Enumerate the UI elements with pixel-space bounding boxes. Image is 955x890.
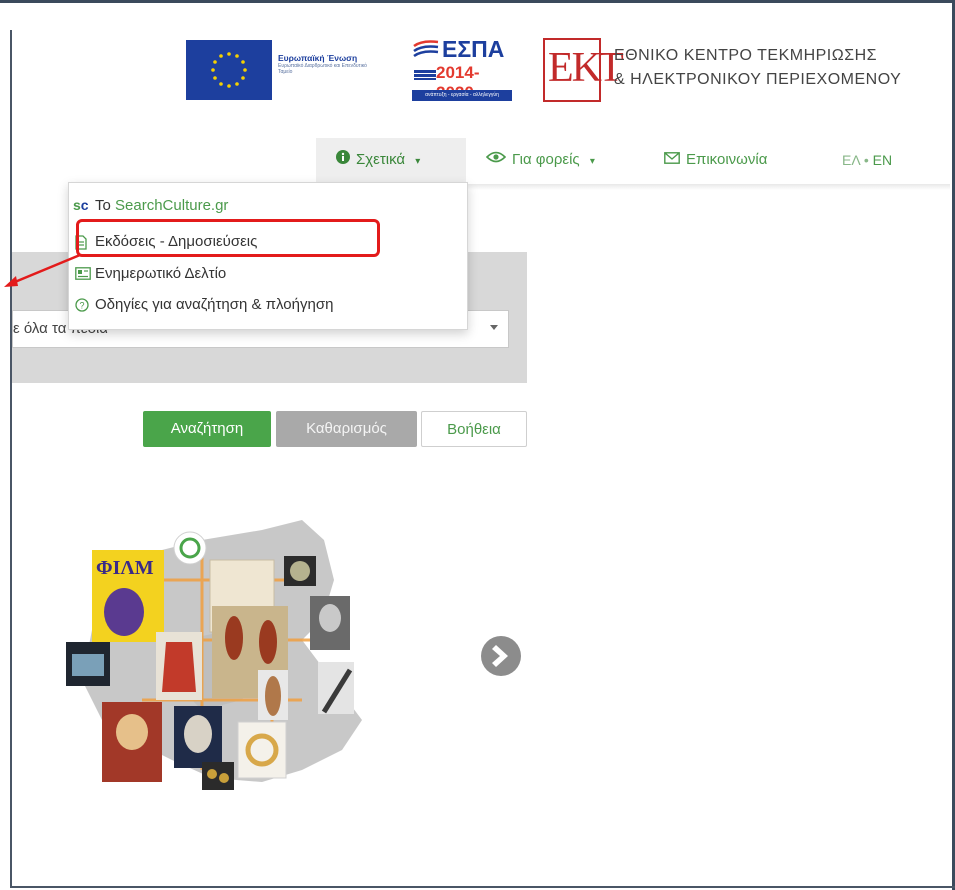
- searchculture-logo-icon: sc: [73, 197, 89, 213]
- dropdown-item-newsletter-label: Ενημερωτικό Δελτίο: [95, 265, 227, 282]
- dropdown-item-searchculture[interactable]: sc Το SearchCulture.gr: [73, 197, 228, 214]
- eu-logo: Ευρωπαϊκή Ένωση Ευρωπαϊκό Διαρθρωτικό κα…: [186, 40, 378, 102]
- eu-flag-icon: [186, 40, 272, 100]
- nav-contact-link[interactable]: Επικοινωνία: [664, 138, 767, 182]
- eu-subtitle: Ευρωπαϊκό Διαρθρωτικό και Επενδυτικό Ταμ…: [278, 63, 367, 75]
- search-button[interactable]: Αναζήτηση: [143, 411, 271, 447]
- clear-button[interactable]: Καθαρισμός: [276, 411, 417, 447]
- nav-partners-menu[interactable]: Για φορείς ▾: [485, 138, 595, 182]
- highlight-box: [76, 219, 380, 257]
- ekt-name: ΕΘΝΙΚΟ ΚΕΝΤΡΟ ΤΕΚΜΗΡΙΩΣΗΣ & ΗΛΕΚΤΡΟΝΙΚΟΥ…: [614, 44, 954, 92]
- espa-title: ΕΣΠΑ: [442, 36, 505, 62]
- espa-strip: ανάπτυξη - εργασία - αλληλεγγύη: [412, 90, 512, 101]
- espa-wave-icon: [413, 40, 439, 58]
- svg-text:ΦΙΛΜ: ΦΙΛΜ: [96, 557, 154, 579]
- nav-about-label: Σχετικά: [356, 151, 406, 168]
- dropdown-item-search-guide-label: Οδηγίες για αναζήτηση & πλοήγηση: [95, 296, 334, 313]
- main-nav: Σχετικά ▾ Για φορείς ▾ Επικοινωνία ΕΛ • …: [0, 138, 950, 184]
- question-circle-icon: ?: [75, 298, 89, 316]
- lang-en-link[interactable]: EN: [873, 152, 892, 168]
- eu-title: Ευρωπαϊκή Ένωση: [278, 53, 358, 63]
- caret-down-icon: ▾: [415, 156, 421, 167]
- searchculture-link[interactable]: SearchCulture.gr: [115, 197, 228, 214]
- dropdown-item-searchculture-prefix: Το: [95, 197, 116, 214]
- lang-el-link[interactable]: ΕΛ: [842, 152, 860, 168]
- dropdown-item-newsletter[interactable]: Ενημερωτικό Δελτίο: [75, 265, 227, 282]
- envelope-icon: [664, 138, 680, 182]
- nav-contact-label: Επικοινωνία: [686, 151, 768, 168]
- svg-text:?: ?: [79, 301, 84, 311]
- culture-collage-image: ΦΙΛΜ: [66, 520, 362, 790]
- nav-about-menu[interactable]: Σχετικά ▾: [316, 138, 466, 182]
- language-switcher: ΕΛ • EN: [842, 138, 892, 182]
- nav-partners-label: Για φορείς: [512, 151, 580, 168]
- dropdown-item-search-guide[interactable]: ? Οδηγίες για αναζήτηση & πλοήγηση: [75, 296, 334, 313]
- carousel-next-icon[interactable]: [478, 633, 524, 679]
- ekt-name-line1: ΕΘΝΙΚΟ ΚΕΝΤΡΟ ΤΕΚΜΗΡΙΩΣΗΣ: [614, 47, 878, 64]
- window-frame-top: [0, 0, 955, 3]
- eye-icon: [485, 138, 507, 182]
- lang-separator: •: [863, 152, 869, 168]
- ekt-logo: ΕΚΤ: [543, 38, 624, 102]
- espa-logo: ΕΣΠΑ 2014-2020 ανάπτυξη - εργασία - αλλη…: [412, 36, 512, 102]
- espa-bars-icon: [414, 70, 436, 80]
- select-caret-icon: [490, 325, 498, 330]
- annotation-arrow-icon: [4, 253, 81, 287]
- content-frame-bottom: [10, 886, 955, 888]
- info-icon: [336, 138, 350, 182]
- caret-down-icon: ▾: [589, 156, 595, 167]
- ekt-letters: ΕΚΤ: [548, 45, 624, 91]
- help-button[interactable]: Βοήθεια: [421, 411, 527, 447]
- ekt-name-line2: & ΗΛΕΚΤΡΟΝΙΚΟΥ ΠΕΡΙΕΧΟΜΕΝΟΥ: [614, 71, 902, 88]
- nav-shadow: [460, 184, 950, 190]
